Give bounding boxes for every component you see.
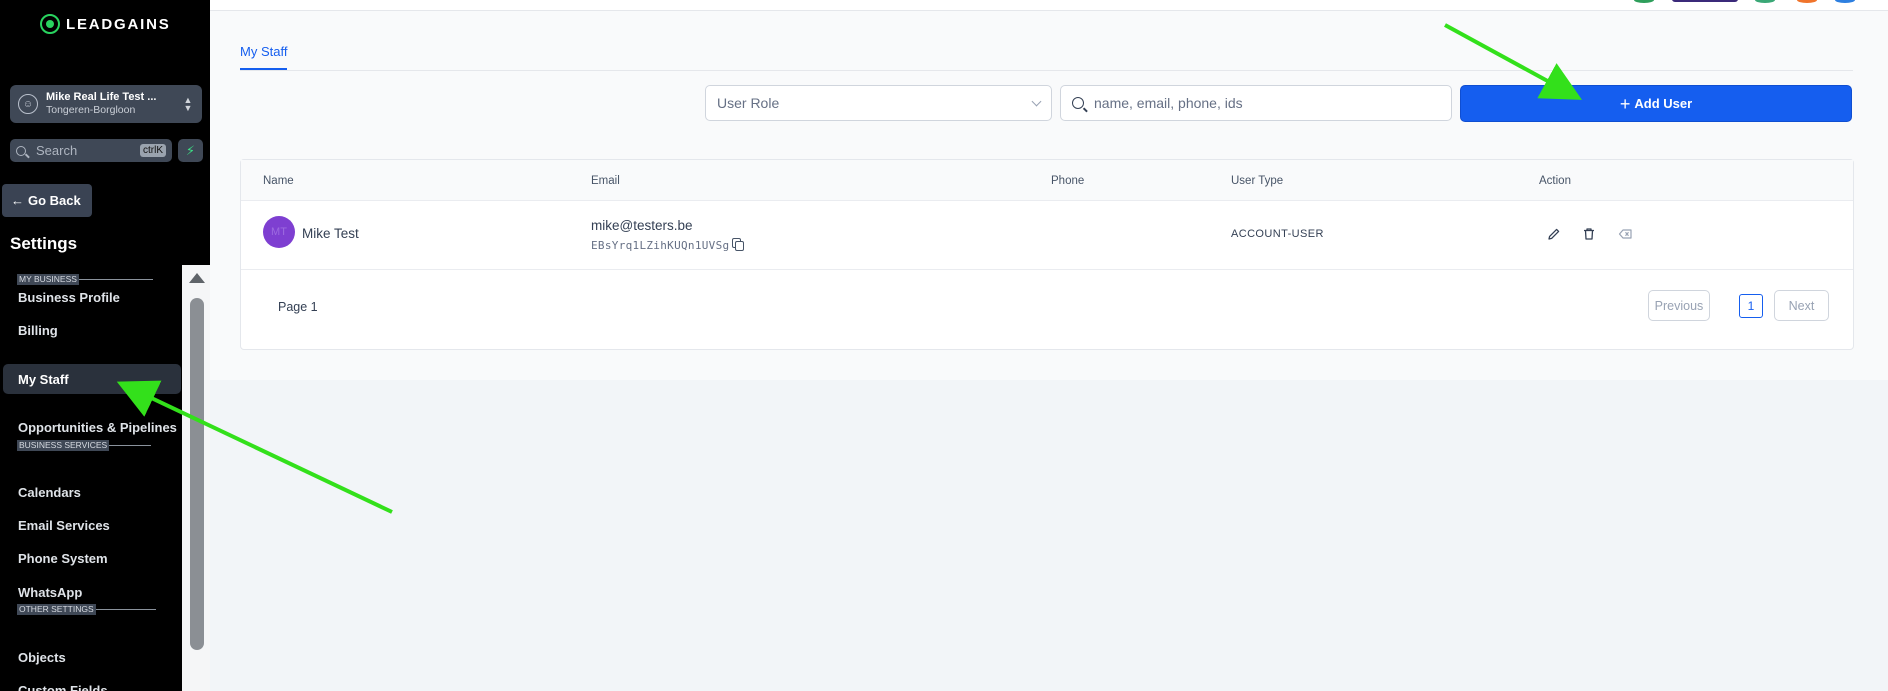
avatar: MT bbox=[263, 216, 295, 248]
sidebar-item-phone-system[interactable]: Phone System bbox=[3, 543, 181, 573]
staff-search-input[interactable] bbox=[1094, 95, 1434, 111]
user-role-placeholder: User Role bbox=[717, 95, 780, 111]
user-role-select[interactable]: User Role bbox=[705, 85, 1052, 121]
search-icon bbox=[1072, 97, 1084, 109]
sidebar-scrollbar-thumb[interactable] bbox=[190, 298, 204, 650]
user-id: EBsYrq1LZihKUQn1UVSg bbox=[591, 239, 730, 252]
sidebar-item-email-services[interactable]: Email Services bbox=[3, 510, 181, 540]
location-user-icon: ☺ bbox=[18, 94, 38, 114]
edit-pencil-icon[interactable] bbox=[1545, 225, 1563, 243]
sidebar-item-custom-fields[interactable]: Custom Fields bbox=[3, 675, 181, 691]
location-subtitle: Tongeren-Borgloon bbox=[46, 104, 136, 116]
sidebar-item-billing[interactable]: Billing bbox=[3, 315, 181, 345]
page-indicator: Page 1 bbox=[278, 300, 318, 314]
brand-name: LEADGAINS bbox=[66, 15, 171, 33]
column-header-phone: Phone bbox=[1051, 175, 1085, 187]
scroll-up-arrow-icon[interactable] bbox=[189, 273, 205, 283]
backspace-remove-icon[interactable] bbox=[1616, 225, 1634, 243]
leadgains-logo-icon bbox=[40, 14, 60, 34]
search-label: Search bbox=[36, 143, 78, 158]
sidebar-item-opportunities-pipelines[interactable]: Opportunities & Pipelines bbox=[3, 412, 181, 442]
column-header-name: Name bbox=[263, 175, 294, 187]
column-header-email: Email bbox=[591, 175, 620, 187]
add-user-label: Add User bbox=[1634, 96, 1693, 111]
location-switcher[interactable]: ☺ Mike Real Life Test ... Tongeren-Borgl… bbox=[10, 85, 202, 123]
copy-icon[interactable] bbox=[732, 238, 744, 251]
section-business-services: BUSINESS SERVICES bbox=[17, 439, 152, 451]
user-name: Mike Test bbox=[302, 226, 359, 241]
section-other-settings: OTHER SETTINGS bbox=[17, 603, 156, 615]
lightning-icon: ⚡ bbox=[185, 142, 196, 158]
page-number-button[interactable]: 1 bbox=[1739, 294, 1763, 318]
settings-nav: MY BUSINESS Business Profile Billing My … bbox=[0, 265, 182, 691]
staff-table: Name Email Phone User Type Action MT Mik… bbox=[240, 159, 1854, 350]
sidebar-search[interactable]: Search ctrlK bbox=[10, 139, 172, 162]
search-shortcut-badge: ctrlK bbox=[140, 144, 166, 157]
staff-search-box[interactable] bbox=[1060, 85, 1452, 121]
chevron-down-icon bbox=[1031, 96, 1042, 106]
tab-my-staff[interactable]: My Staff bbox=[240, 44, 288, 70]
go-back-button[interactable]: ← Go Back bbox=[2, 184, 92, 217]
chevron-updown-icon: ▲ ▼ bbox=[183, 95, 193, 113]
location-name: Mike Real Life Test ... bbox=[46, 91, 157, 103]
user-email: mike@testers.be bbox=[591, 218, 693, 233]
sidebar-item-calendars[interactable]: Calendars bbox=[3, 477, 181, 507]
settings-title: Settings bbox=[10, 234, 78, 253]
sidebar-item-objects[interactable]: Objects bbox=[3, 642, 181, 672]
sidebar-item-business-profile[interactable]: Business Profile bbox=[3, 282, 181, 312]
previous-page-button[interactable]: Previous bbox=[1648, 290, 1710, 321]
go-back-label: Go Back bbox=[28, 193, 81, 208]
column-header-action: Action bbox=[1539, 175, 1571, 187]
brand-logo[interactable]: LEADGAINS bbox=[40, 14, 171, 34]
arrow-left-icon: ← bbox=[11, 193, 24, 208]
sidebar-item-my-staff[interactable]: My Staff bbox=[3, 364, 181, 394]
header-icons-partial bbox=[1634, 0, 1855, 3]
table-row: MT Mike Test mike@testers.be EBsYrq1LZih… bbox=[241, 201, 1853, 270]
tab-divider bbox=[240, 70, 1853, 71]
column-header-user-type: User Type bbox=[1231, 175, 1284, 187]
table-header: Name Email Phone User Type Action bbox=[241, 160, 1853, 201]
search-icon bbox=[16, 145, 26, 156]
next-page-button[interactable]: Next bbox=[1774, 290, 1829, 321]
plus-icon: + bbox=[1619, 93, 1631, 114]
delete-trash-icon[interactable] bbox=[1580, 225, 1598, 243]
user-type: ACCOUNT-USER bbox=[1231, 228, 1324, 240]
quick-action-button[interactable]: ⚡ bbox=[178, 139, 203, 162]
add-user-button[interactable]: + Add User bbox=[1460, 85, 1852, 122]
